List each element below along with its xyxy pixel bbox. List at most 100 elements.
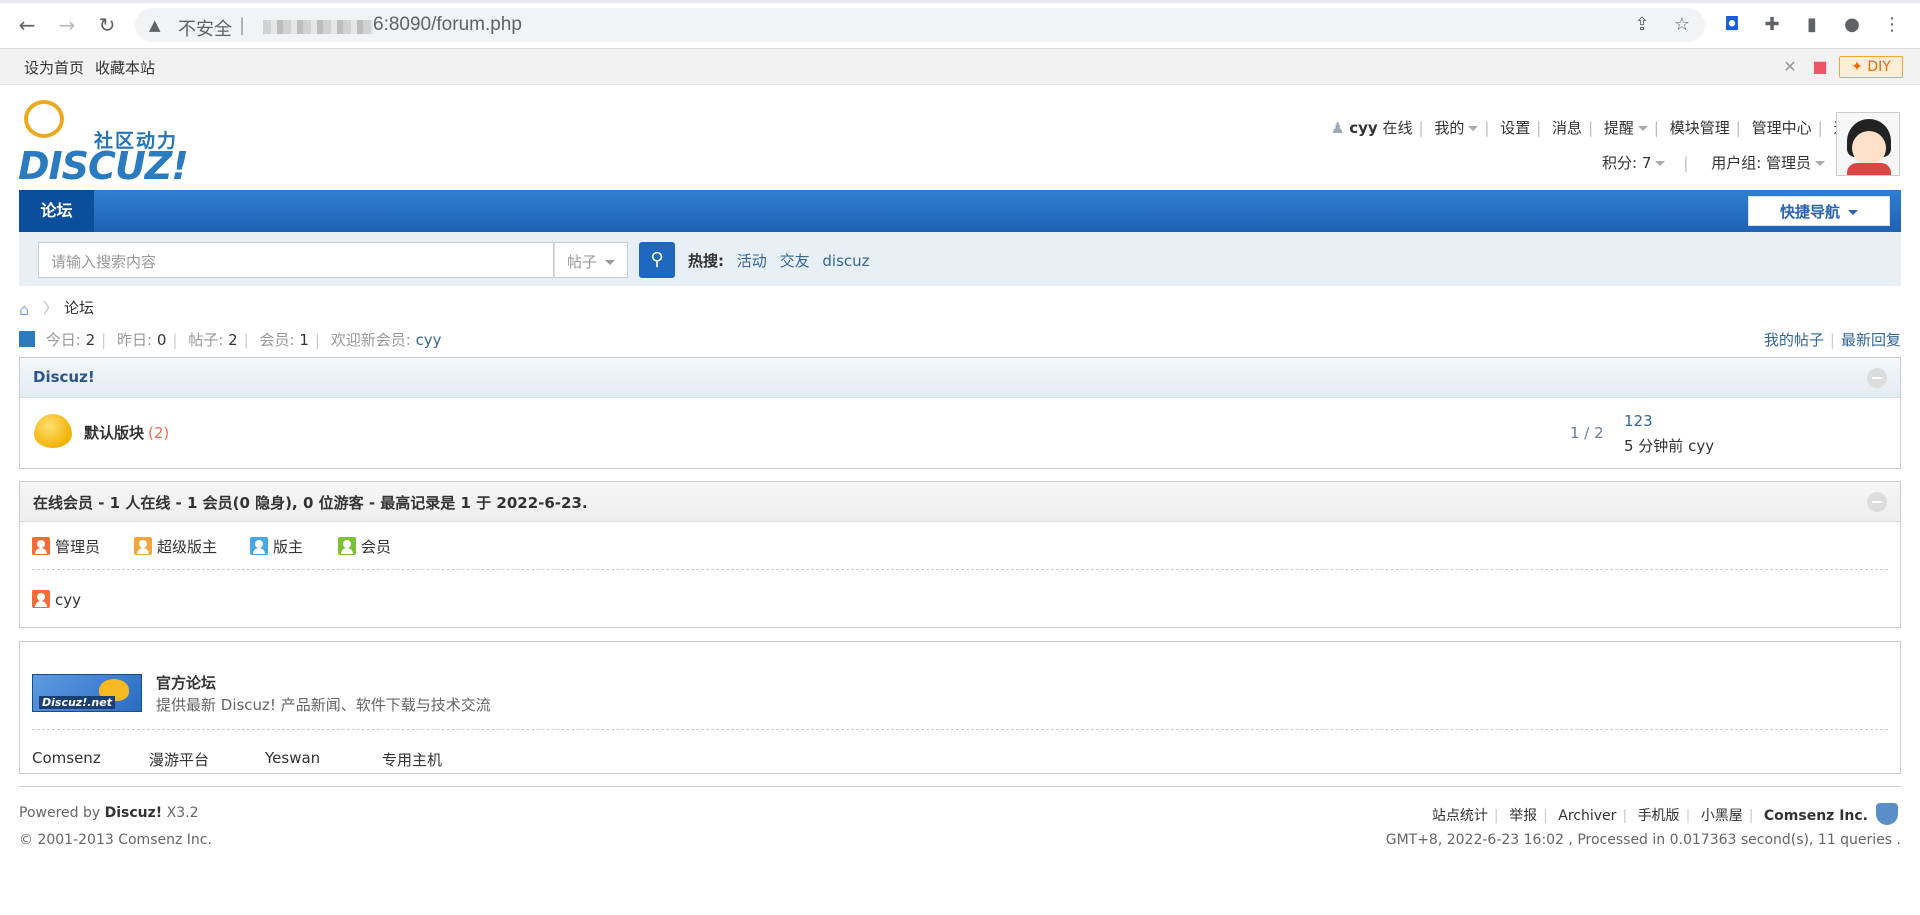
share-icon[interactable]: ⇪ (1629, 12, 1655, 38)
extensions-icon[interactable]: ✚ (1759, 12, 1785, 38)
hot-search-label: 热搜: (688, 252, 724, 270)
search-type-select[interactable]: 帖子 (554, 242, 628, 278)
site-topbar: 设为首页 收藏本站 (0, 49, 1920, 85)
module-admin-link[interactable]: 模块管理 (1670, 119, 1730, 137)
forum-row: 默认版块 (2) 1 / 2 123 5 分钟前 cyy (20, 398, 1900, 468)
security-shield-icon[interactable] (1876, 803, 1898, 825)
friendlink[interactable]: 专用主机 (382, 749, 442, 770)
bitwarden-icon[interactable]: ◘ (1719, 12, 1745, 38)
friendlink-title[interactable]: 官方论坛 (156, 672, 216, 693)
admin-center-link[interactable]: 管理中心 (1752, 119, 1812, 137)
set-homepage-link[interactable]: 设为首页 (24, 57, 84, 78)
redacted-host (263, 20, 373, 34)
insecure-label[interactable]: 不安全 (178, 15, 232, 41)
online-status[interactable]: 在线 (1382, 119, 1412, 137)
hot-term[interactable]: 交友 (780, 252, 810, 270)
browser-toolbar: ← → ↻ ▲ 不安全 | 6:8090/forum.php ⇪ ☆ ◘ ✚ ▮… (0, 0, 1920, 49)
footer-link-blacklist[interactable]: 小黑屋 (1701, 808, 1743, 824)
messages-link[interactable]: 消息 (1552, 119, 1582, 137)
hot-term[interactable]: discuz (822, 252, 869, 270)
user-icon: ♟ (1331, 119, 1345, 137)
bookmark-link[interactable]: 收藏本站 (95, 57, 155, 78)
tab-forum[interactable]: 论坛 (19, 190, 94, 232)
online-title[interactable]: 在线会员 - 1 人在线 - 1 会员(0 隐身), 0 位游客 - 最高记录是… (33, 494, 588, 512)
usergroup-menu[interactable]: 用户组: 管理员 (1711, 154, 1826, 172)
processed-info: GMT+8, 2022-6-23 16:02 , Processed in 0.… (1385, 832, 1901, 848)
discuz-link[interactable]: Discuz! (105, 805, 163, 821)
fullscreen-icon[interactable]: ✕ (1780, 57, 1800, 77)
friendlink[interactable]: Yeswan (265, 749, 320, 767)
legend-mod: 版主 (250, 536, 303, 557)
discuz-net-logo[interactable]: Discuz!.net (32, 674, 142, 712)
friendlink-featured: Discuz!.net 官方论坛 提供最新 Discuz! 产品新闻、软件下载与… (32, 642, 1888, 730)
logo-wordmark: DISCUZ! (18, 144, 189, 188)
sidepanel-icon[interactable]: ▮ (1799, 12, 1825, 38)
member-user-icon (338, 537, 356, 555)
legend-admin: 管理员 (32, 536, 100, 557)
hot-term[interactable]: 活动 (737, 252, 767, 270)
footer-link-report[interactable]: 举报 (1509, 808, 1537, 824)
collapse-icon[interactable] (1867, 492, 1887, 512)
hot-search: 热搜: 活动 交友 discuz (688, 250, 870, 271)
url-text[interactable]: 6:8090/forum.php (373, 14, 522, 36)
diy-button[interactable]: ✦ DIY (1839, 56, 1903, 78)
members-count: 1 (299, 331, 309, 349)
url-separator: | (239, 15, 246, 36)
search-button[interactable]: ⚲ (639, 242, 675, 278)
site-logo[interactable]: 社区动力 DISCUZ! (18, 98, 189, 188)
legend-super-mod: 超级版主 (134, 536, 217, 557)
online-box: 在线会员 - 1 人在线 - 1 会员(0 隐身), 0 位游客 - 最高记录是… (19, 481, 1901, 628)
admin-user-icon (32, 537, 50, 555)
category-title[interactable]: Discuz! (33, 368, 95, 386)
newest-member-link[interactable]: cyy (416, 331, 442, 349)
friendlink-desc: 提供最新 Discuz! 产品新闻、软件下载与技术交流 (156, 696, 491, 714)
home-icon[interactable]: ⌂ (19, 300, 37, 319)
back-icon[interactable]: ← (13, 11, 41, 39)
search-icon: ⚲ (650, 249, 664, 270)
reload-icon[interactable]: ↻ (93, 11, 121, 39)
footer-divider (19, 786, 1901, 787)
friendlink[interactable]: 漫游平台 (149, 749, 209, 770)
forum-new-icon (34, 414, 72, 448)
star-icon[interactable]: ☆ (1669, 12, 1695, 38)
user-menu: ♟ cyy 在线| 我的| 设置| 消息| 提醒| 模块管理| 管理中心| 退出 (1331, 117, 1864, 138)
online-header: 在线会员 - 1 人在线 - 1 会员(0 隐身), 0 位游客 - 最高记录是… (20, 482, 1900, 522)
palette-icon[interactable]: ■ (1810, 57, 1830, 77)
main-nav: 论坛 (19, 190, 1901, 232)
online-user[interactable]: cyy (32, 590, 81, 609)
online-user-list: cyy (20, 570, 1900, 626)
user-meta: 积分: 7 | 用户组: 管理员 (1602, 152, 1826, 173)
username-link[interactable]: cyy (1349, 119, 1377, 137)
profile-icon[interactable]: ● (1839, 12, 1865, 38)
breadcrumb: ⌂ 〉论坛 (19, 299, 95, 319)
quick-nav-button[interactable]: 快捷导航 (1748, 196, 1890, 226)
search-input[interactable]: 请输入搜索内容 (38, 242, 554, 278)
footer-link-stats[interactable]: 站点统计 (1432, 808, 1488, 824)
friendlinks-box: Discuz!.net 官方论坛 提供最新 Discuz! 产品新闻、软件下载与… (19, 641, 1901, 774)
mod-user-icon (250, 537, 268, 555)
credits-menu[interactable]: 积分: 7 (1602, 154, 1666, 172)
avatar[interactable] (1836, 112, 1900, 176)
notice-menu[interactable]: 提醒 (1604, 119, 1648, 137)
menu-icon[interactable]: ⋮ (1879, 12, 1905, 38)
my-posts-link[interactable]: 我的帖子 (1764, 331, 1824, 349)
warning-icon[interactable]: ▲ (149, 16, 167, 34)
online-legend: 管理员 超级版主 版主 会员 (32, 522, 1888, 570)
forum-name[interactable]: 默认版块 (2) (84, 422, 169, 443)
friendlink[interactable]: Comsenz (32, 749, 101, 767)
forward-icon[interactable]: → (53, 11, 81, 39)
powered-by: Powered by Discuz! X3.2 (19, 805, 199, 821)
collapse-icon[interactable] (1867, 368, 1887, 388)
footer-link-archiver[interactable]: Archiver (1558, 808, 1616, 824)
latest-replies-link[interactable]: 最新回复 (1841, 331, 1901, 349)
legend-member: 会员 (338, 536, 391, 557)
settings-link[interactable]: 设置 (1500, 119, 1530, 137)
logo-bubble-icon (24, 100, 64, 138)
my-menu[interactable]: 我的 (1434, 119, 1479, 137)
chart-icon[interactable] (19, 331, 35, 347)
address-bar[interactable]: ▲ 不安全 | 6:8090/forum.php (135, 8, 1705, 42)
footer-link-mobile[interactable]: 手机版 (1638, 808, 1680, 824)
last-post-link[interactable]: 123 (1624, 412, 1653, 430)
breadcrumb-current[interactable]: 论坛 (64, 299, 94, 317)
company-link[interactable]: Comsenz Inc. (1764, 808, 1868, 824)
